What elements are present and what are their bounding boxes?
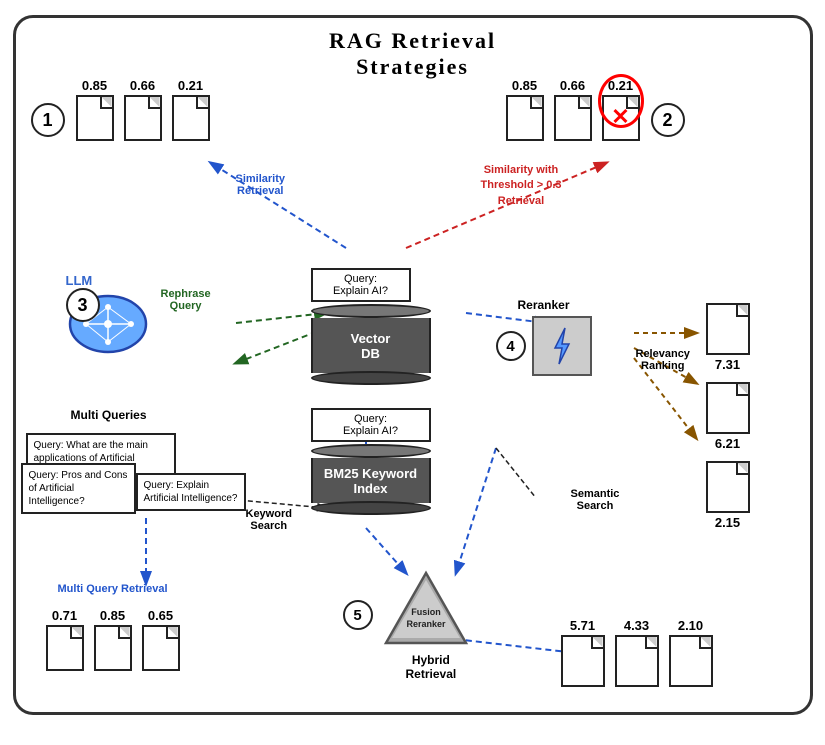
reranker-label: Reranker: [496, 298, 592, 312]
doc5-1: 5.71: [561, 618, 605, 687]
reranker-section: Reranker 4: [496, 298, 592, 376]
circle-5: 5: [343, 600, 373, 630]
circle-3: 3: [66, 288, 100, 322]
doc2-1: 0.85: [506, 78, 544, 141]
circle-2: 2: [651, 103, 685, 137]
doc3-1: 0.71: [46, 608, 84, 671]
doc3-3: 0.65: [142, 608, 180, 671]
section5-docs: 5.71 4.33 2.10: [561, 618, 713, 687]
svg-text:Fusion: Fusion: [411, 607, 441, 617]
doc4-2: 6.21: [706, 382, 750, 453]
doc2-3-blocked: 0.21 ✕: [602, 78, 640, 141]
rephrase-query-label: RephraseQuery: [161, 288, 211, 312]
bm25-label: BM25 KeywordIndex: [311, 458, 431, 503]
doc4-3: 2.15: [706, 461, 750, 532]
vectordb-query-box: Query:Explain AI?: [311, 268, 411, 302]
doc2-2: 0.66: [554, 78, 592, 141]
doc4-1: 7.31: [706, 303, 750, 374]
section1-docs: 1 0.85 0.66 0.21: [76, 78, 210, 141]
keyword-search-label: KeywordSearch: [246, 508, 292, 532]
bm25-container: Query:Explain AI? BM25 KeywordIndex: [311, 408, 431, 515]
title-line2: Strategies: [356, 54, 469, 79]
reranker-box: [532, 316, 592, 376]
doc1-3: 0.21: [172, 78, 210, 141]
circle-1: 1: [31, 103, 65, 137]
section4-docs: 7.31 6.21 2.15: [706, 303, 750, 532]
doc5-3: 2.10: [669, 618, 713, 687]
llm-label: LLM: [66, 273, 151, 288]
svg-text:Reranker: Reranker: [406, 619, 446, 629]
doc1-1: 0.85: [76, 78, 114, 141]
fusion-section: Fusion Reranker 5: [381, 568, 471, 653]
doc1-2: 0.66: [124, 78, 162, 141]
circle-4: 4: [496, 331, 526, 361]
doc3-2: 0.85: [94, 608, 132, 671]
similarity-retrieval-label: SimilarityRetrieval: [236, 173, 286, 197]
section2-docs: 0.85 0.66 0.21 ✕ 2: [506, 78, 640, 141]
vectordb-label: VectorDB: [311, 318, 431, 373]
semantic-search-label: SemanticSearch: [571, 488, 620, 512]
multi-query-retrieval-label: Multi Query Retrieval: [58, 583, 168, 595]
doc5-2: 4.33: [615, 618, 659, 687]
section3-docs: 0.71 0.85 0.65: [46, 608, 180, 671]
vectordb-container: Query:Explain AI? VectorDB: [311, 268, 431, 385]
bm25-query-box: Query:Explain AI?: [311, 408, 431, 442]
relevancy-ranking-label: RelevancyRanking: [636, 348, 690, 372]
fusion-triangle-icon: Fusion Reranker: [381, 568, 471, 648]
multi-queries-label: Multi Queries: [71, 408, 147, 422]
page-title: RAG Retrieval Strategies: [16, 18, 810, 85]
lightning-icon: [547, 326, 577, 366]
query-box-2: Query: Pros and Cons of Artificial Intel…: [21, 463, 136, 514]
query-box-3: Query: Explain Artificial Intelligence?: [136, 473, 246, 511]
title-line1: RAG Retrieval: [329, 28, 496, 53]
hybrid-retrieval-label: HybridRetrieval: [406, 653, 457, 681]
main-container: RAG Retrieval Strategies: [13, 15, 813, 715]
threshold-label: Similarity withThreshold > 0.3Retrieval: [481, 163, 562, 209]
